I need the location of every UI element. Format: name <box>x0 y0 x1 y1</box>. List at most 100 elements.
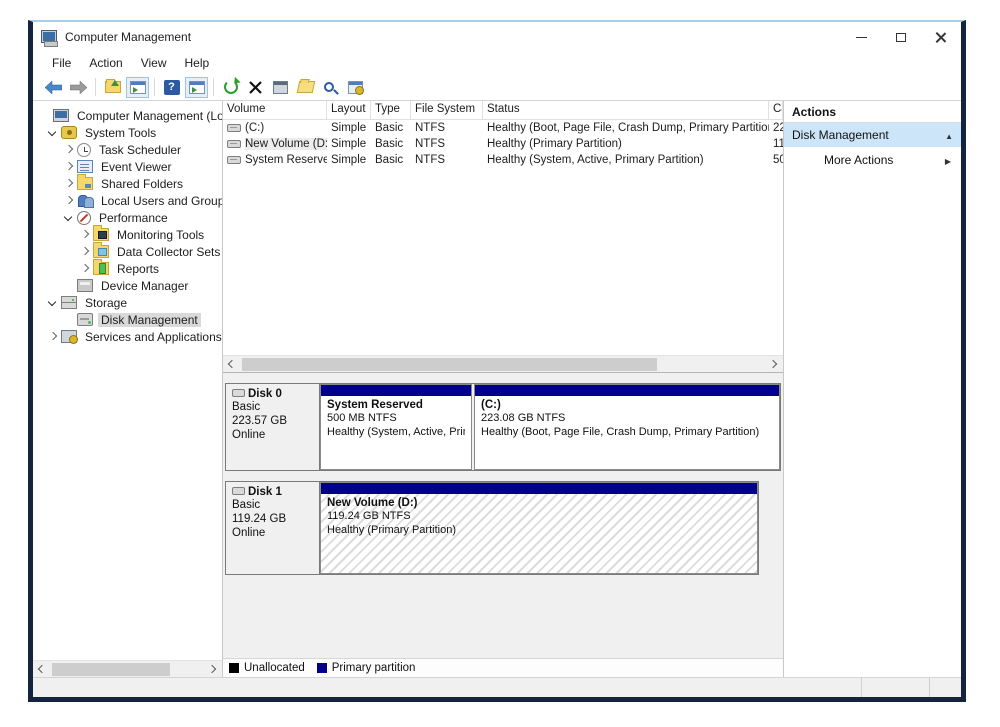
show-console-tree-icon <box>130 81 146 94</box>
disk-name: Disk 1 <box>248 486 282 498</box>
maximize-icon <box>896 33 906 42</box>
partition-detail: 500 MB NTFS <box>327 411 465 425</box>
scroll-left-icon[interactable] <box>33 661 50 678</box>
computer-icon <box>53 109 69 122</box>
chevron-right-icon[interactable] <box>63 144 75 156</box>
help-button[interactable] <box>160 77 183 98</box>
column-header-type[interactable]: Type <box>371 101 411 119</box>
chevron-right-icon[interactable] <box>47 331 59 343</box>
scroll-right-icon[interactable] <box>205 661 222 678</box>
column-header-layout[interactable]: Layout <box>327 101 371 119</box>
unallocated-label: Unallocated <box>244 662 305 674</box>
column-header-file-system[interactable]: File System <box>411 101 483 119</box>
settings-icon <box>348 81 363 94</box>
tree-horizontal-scrollbar[interactable] <box>33 660 222 677</box>
chevron-down-icon[interactable] <box>63 212 75 224</box>
scrollbar-thumb[interactable] <box>52 663 170 676</box>
chevron-up-icon[interactable] <box>945 128 953 142</box>
scrollbar-thumb[interactable] <box>242 358 657 371</box>
volume-row-c[interactable]: (C:) Simple Basic NTFS Healthy (Boot, Pa… <box>223 120 783 136</box>
volume-row-new-volume-d[interactable]: New Volume (D:) Simple Basic NTFS Health… <box>223 136 783 152</box>
chevron-right-icon[interactable] <box>63 161 75 173</box>
tree-item-data-collector-sets[interactable]: Data Collector Sets <box>33 243 222 260</box>
disk-type: Basic <box>232 400 313 414</box>
menu-view[interactable]: View <box>132 54 176 72</box>
volume-type: Basic <box>371 138 411 150</box>
show-console-tree-button[interactable] <box>126 77 149 98</box>
volume-row-system-reserved[interactable]: System Reserved Simple Basic NTFS Health… <box>223 152 783 168</box>
event-viewer-icon <box>77 160 93 173</box>
partition-new-volume-d[interactable]: New Volume (D:) 119.24 GB NTFS Healthy (… <box>320 482 758 574</box>
partition-c[interactable]: (C:) 223.08 GB NTFS Healthy (Boot, Page … <box>474 384 780 470</box>
disk-graphical-view: Disk 0 Basic 223.57 GB Online System Res… <box>223 372 783 677</box>
column-header-volume[interactable]: Volume <box>223 101 327 119</box>
computer-management-window: Computer Management File Action View Hel… <box>28 20 966 702</box>
maximize-button[interactable] <box>881 22 921 52</box>
open-button[interactable] <box>294 77 317 98</box>
scroll-left-icon[interactable] <box>223 356 240 373</box>
tree-item-shared-folders[interactable]: Shared Folders <box>33 175 222 192</box>
disk-1-header[interactable]: Disk 1 Basic 119.24 GB Online <box>226 482 320 574</box>
partition-legend: Unallocated Primary partition <box>223 658 783 677</box>
chevron-down-icon[interactable] <box>47 127 59 139</box>
disk-type: Basic <box>232 498 313 512</box>
forward-button[interactable] <box>67 77 90 98</box>
disk-1-partitions: New Volume (D:) 119.24 GB NTFS Healthy (… <box>320 482 758 574</box>
properties-button[interactable] <box>269 77 292 98</box>
menu-action[interactable]: Action <box>80 54 131 72</box>
tree-item-label: Services and Applications <box>82 330 223 344</box>
more-actions-label: More Actions <box>824 153 893 167</box>
console-tree-panel: Computer Management (Local) System Tools… <box>33 101 223 677</box>
back-button[interactable] <box>42 77 65 98</box>
chevron-right-icon[interactable] <box>63 195 75 207</box>
column-header-capacity[interactable]: Capacity <box>769 101 783 119</box>
more-actions-item[interactable]: More Actions <box>784 147 961 173</box>
actions-group-label: Disk Management <box>792 128 889 142</box>
volume-list-horizontal-scrollbar[interactable] <box>223 355 783 372</box>
tree-item-computer-management[interactable]: Computer Management (Local) <box>33 107 222 124</box>
tree-item-device-manager[interactable]: Device Manager <box>33 277 222 294</box>
volume-capacity: 500 MB <box>769 154 783 166</box>
tree-item-disk-management[interactable]: Disk Management <box>33 311 222 328</box>
actions-panel: Actions Disk Management More Actions <box>784 101 961 677</box>
refresh-button[interactable] <box>219 77 242 98</box>
disk-0-header[interactable]: Disk 0 Basic 223.57 GB Online <box>226 384 320 470</box>
find-button[interactable] <box>319 77 342 98</box>
chevron-right-icon[interactable] <box>79 263 91 275</box>
tree-item-local-users-and-groups[interactable]: Local Users and Groups <box>33 192 222 209</box>
volume-list: Volume Layout Type File System Status Ca… <box>223 101 783 355</box>
chevron-right-icon[interactable] <box>79 246 91 258</box>
chevron-right-icon[interactable] <box>79 229 91 241</box>
column-header-status[interactable]: Status <box>483 101 769 119</box>
no-expander <box>63 280 75 292</box>
minimize-button[interactable] <box>841 22 881 52</box>
tree-item-reports[interactable]: Reports <box>33 260 222 277</box>
tree-item-monitoring-tools[interactable]: Monitoring Tools <box>33 226 222 243</box>
tree-item-services-and-applications[interactable]: Services and Applications <box>33 328 222 345</box>
tree-item-task-scheduler[interactable]: Task Scheduler <box>33 141 222 158</box>
forward-icon <box>70 81 87 94</box>
chevron-down-icon[interactable] <box>47 297 59 309</box>
tree-item-label: Shared Folders <box>98 177 186 191</box>
chevron-right-icon[interactable] <box>63 178 75 190</box>
partition-detail: 223.08 GB NTFS <box>481 411 773 425</box>
export-list-button[interactable] <box>101 77 124 98</box>
actions-group-disk-management[interactable]: Disk Management <box>784 123 961 147</box>
settings-button[interactable] <box>344 77 367 98</box>
export-folder-icon <box>105 81 121 93</box>
menu-file[interactable]: File <box>43 54 80 72</box>
menu-help[interactable]: Help <box>176 54 219 72</box>
close-button[interactable] <box>921 22 961 52</box>
partition-system-reserved[interactable]: System Reserved 500 MB NTFS Healthy (Sys… <box>320 384 472 470</box>
minimize-icon <box>856 37 867 38</box>
tree-item-storage[interactable]: Storage <box>33 294 222 311</box>
show-action-pane-button[interactable] <box>185 77 208 98</box>
volume-name: (C:) <box>245 122 264 134</box>
delete-button[interactable] <box>244 77 267 98</box>
tree-item-performance[interactable]: Performance <box>33 209 222 226</box>
help-icon <box>164 80 180 95</box>
tree-item-system-tools[interactable]: System Tools <box>33 124 222 141</box>
search-icon <box>324 82 334 92</box>
scroll-right-icon[interactable] <box>766 356 783 373</box>
tree-item-event-viewer[interactable]: Event Viewer <box>33 158 222 175</box>
